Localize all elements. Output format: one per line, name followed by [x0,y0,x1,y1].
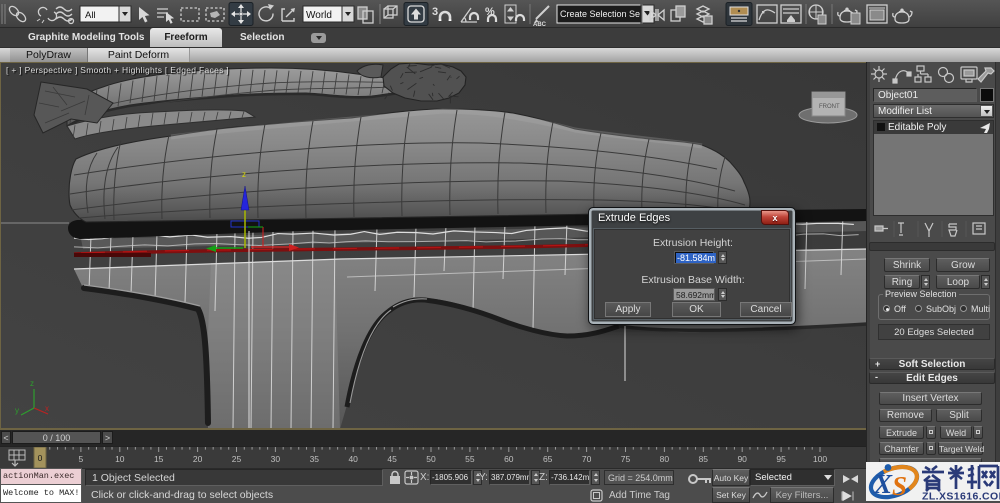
svg-text:50: 50 [426,454,436,464]
svg-text:45: 45 [387,454,397,464]
svg-text:FRONT: FRONT [819,104,840,110]
svg-text:0: 0 [38,453,43,463]
svg-text:65: 65 [543,454,553,464]
svg-text:z: z [30,379,34,388]
svg-text:95: 95 [776,454,786,464]
svg-text:All: All [85,10,96,21]
svg-text:35: 35 [310,454,320,464]
svg-text:Create Selection Se: Create Selection Se [560,9,640,19]
svg-text:z: z [242,170,246,179]
svg-text:y: y [15,406,19,415]
svg-text:S: S [892,471,907,501]
svg-text:15: 15 [154,454,164,464]
svg-text:60: 60 [504,454,514,464]
svg-text:100: 100 [813,454,827,464]
svg-text:X: X [873,469,893,499]
svg-text:10: 10 [115,454,125,464]
svg-text:x: x [45,404,49,413]
svg-text:25: 25 [232,454,242,464]
svg-text:80: 80 [660,454,670,464]
svg-text:90: 90 [737,454,747,464]
svg-text:ZL.XS1616.COM: ZL.XS1616.COM [922,491,1000,502]
svg-text:85: 85 [699,454,709,464]
svg-text:30: 30 [271,454,281,464]
svg-text:40: 40 [348,454,358,464]
svg-text:20: 20 [193,454,203,464]
svg-text:75: 75 [621,454,631,464]
svg-text:3: 3 [432,6,438,18]
svg-text:World: World [306,10,332,21]
svg-text:5: 5 [79,454,84,464]
svg-text:55: 55 [465,454,475,464]
svg-text:70: 70 [582,454,592,464]
